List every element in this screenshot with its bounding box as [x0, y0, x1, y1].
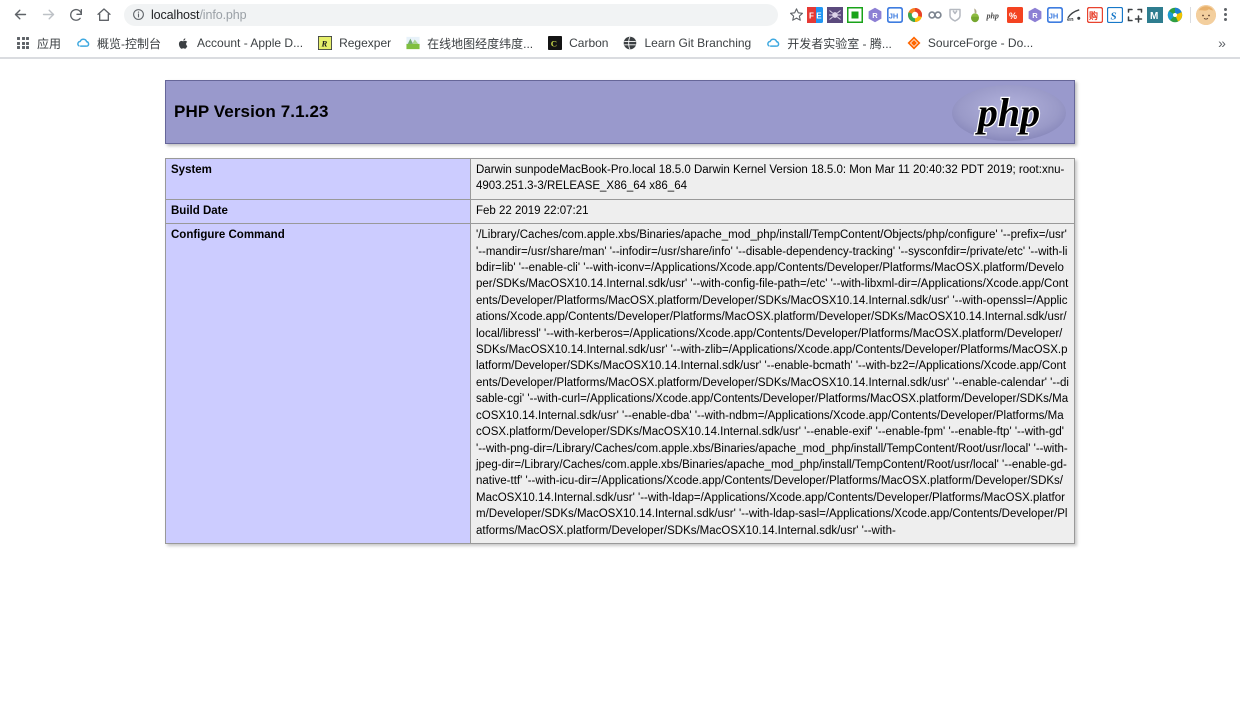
svg-text:en: en	[1067, 17, 1074, 23]
extension-percent-tool[interactable]: %	[1006, 6, 1023, 23]
bookmark-console-overview[interactable]: 概览-控制台	[68, 32, 168, 54]
extension-internet-download-manager[interactable]	[1166, 6, 1183, 23]
regexper-icon: R	[317, 35, 333, 51]
site-info-icon[interactable]	[132, 8, 145, 21]
bookmarks-bar: 应用 概览-控制台 Account - Apple D... R Regexpe…	[0, 29, 1240, 58]
row-value: Darwin sunpodeMacBook-Pro.local 18.5.0 D…	[470, 158, 1075, 200]
phpinfo-table: System Darwin sunpodeMacBook-Pro.local 1…	[165, 158, 1075, 544]
extension-honey-extension[interactable]	[966, 6, 983, 23]
svg-text:R: R	[321, 39, 328, 49]
chrome-menu-button[interactable]	[1216, 4, 1234, 26]
page-viewport: PHP Version 7.1.23 php System Darwin sun…	[0, 59, 1240, 708]
row-value: Feb 22 2019 22:07:21	[470, 198, 1075, 225]
cloud-icon	[75, 35, 91, 51]
svg-text:php: php	[986, 11, 999, 20]
extension-infinity-newtab[interactable]	[926, 6, 943, 23]
svg-text:R: R	[1032, 11, 1038, 20]
extension-sogou-doc[interactable]: S	[1106, 6, 1123, 23]
row-key: Configure Command	[165, 223, 471, 544]
php-logo: php	[950, 82, 1068, 144]
extension-firefox-color-ring[interactable]	[906, 6, 923, 23]
extensions-area: FE R JH php % R JH en 购 S M	[806, 6, 1185, 23]
phpinfo-header-banner: PHP Version 7.1.23 php	[165, 80, 1075, 144]
table-row: Configure Command '/Library/Caches/com.a…	[165, 223, 1075, 544]
address-bar[interactable]: localhost/info.php	[124, 3, 778, 26]
extension-green-square-recorder[interactable]	[846, 6, 863, 23]
bookmark-online-map-coords[interactable]: 在线地图经度纬度...	[398, 32, 540, 54]
reload-button[interactable]	[62, 1, 90, 29]
browser-toolbar: localhost/info.php FE R JH php % R JH en…	[0, 0, 1240, 29]
bookmark-developer-lab-tencent[interactable]: 开发者实验室 - 腾...	[758, 32, 899, 54]
extension-spider-scraper[interactable]	[826, 6, 843, 23]
extension-shopping-assistant[interactable]: 购	[1086, 6, 1103, 23]
svg-text:M: M	[1150, 11, 1158, 22]
bookmark-apps[interactable]: 应用	[8, 32, 68, 54]
url-text: localhost/info.php	[151, 8, 247, 22]
extension-octotree-2[interactable]: R	[1026, 6, 1043, 23]
sourceforge-icon	[906, 35, 922, 51]
table-row: System Darwin sunpodeMacBook-Pro.local 1…	[165, 158, 1075, 200]
forward-button[interactable]	[34, 1, 62, 29]
bookmark-label: Carbon	[569, 36, 609, 50]
svg-text:C: C	[551, 39, 557, 49]
row-key: System	[165, 158, 471, 200]
php-logo-text: php	[975, 90, 1040, 135]
svg-text:JH: JH	[1048, 11, 1058, 20]
bookmarks-overflow-button[interactable]: »	[1212, 32, 1232, 54]
bookmark-label: Account - Apple D...	[197, 36, 304, 50]
bookmark-label: 概览-控制台	[97, 36, 162, 51]
extension-shield-guard[interactable]	[946, 6, 963, 23]
bookmark-learn-git-branching[interactable]: Learn Git Branching	[615, 32, 758, 54]
url-path: /info.php	[199, 7, 247, 22]
bookmark-sourceforge[interactable]: SourceForge - Do...	[899, 32, 1040, 54]
bookmark-carbon[interactable]: C Carbon	[540, 32, 615, 54]
bookmark-label: 在线地图经度纬度...	[427, 36, 534, 51]
bookmark-label: 应用	[37, 36, 62, 51]
extension-markdown-here[interactable]: M	[1146, 6, 1163, 23]
extension-english-translator[interactable]: en	[1066, 6, 1083, 23]
apple-icon	[175, 35, 191, 51]
extension-fe-helper[interactable]: FE	[806, 6, 823, 23]
svg-text:R: R	[872, 11, 878, 20]
table-row: Build Date Feb 22 2019 22:07:21	[165, 198, 1075, 225]
bookmark-label: SourceForge - Do...	[927, 36, 1034, 50]
home-button[interactable]	[90, 1, 118, 29]
svg-text:E: E	[816, 11, 822, 20]
bookmark-label: Regexper	[339, 36, 392, 50]
svg-text:F: F	[809, 11, 814, 20]
bookmark-label: Learn Git Branching	[644, 36, 752, 50]
map-icon	[405, 35, 421, 51]
extension-php-console[interactable]: php	[986, 6, 1003, 23]
url-host: localhost	[151, 7, 200, 22]
svg-text:购: 购	[1089, 10, 1098, 22]
carbon-icon: C	[547, 35, 563, 51]
bookmark-regexper[interactable]: R Regexper	[310, 32, 398, 54]
row-key: Build Date	[165, 198, 471, 225]
bookmark-label: 开发者实验室 - 腾...	[787, 36, 892, 51]
extension-screenshot-capture[interactable]	[1126, 6, 1143, 23]
profile-avatar[interactable]	[1196, 4, 1216, 25]
row-value: '/Library/Caches/com.apple.xbs/Binaries/…	[470, 223, 1075, 544]
extension-json-handle-2[interactable]: JH	[1046, 6, 1063, 23]
git-globe-icon	[622, 35, 638, 51]
svg-text:S: S	[1110, 10, 1116, 22]
php-version-title: PHP Version 7.1.23	[174, 102, 329, 121]
kebab-menu-icon	[1223, 8, 1227, 21]
extension-octotree[interactable]: R	[866, 6, 883, 23]
svg-text:%: %	[1009, 10, 1017, 20]
svg-text:JH: JH	[888, 11, 898, 20]
browser-chrome: localhost/info.php FE R JH php % R JH en…	[0, 0, 1240, 59]
bookmark-apple-account[interactable]: Account - Apple D...	[168, 32, 310, 54]
extension-json-handle[interactable]: JH	[886, 6, 903, 23]
apps-grid-icon	[15, 35, 31, 51]
back-button[interactable]	[6, 1, 34, 29]
toolbar-separator	[1190, 6, 1191, 23]
cloud-icon	[765, 35, 781, 51]
phpinfo-content: PHP Version 7.1.23 php System Darwin sun…	[165, 80, 1075, 544]
bookmark-star-icon[interactable]	[786, 5, 806, 25]
